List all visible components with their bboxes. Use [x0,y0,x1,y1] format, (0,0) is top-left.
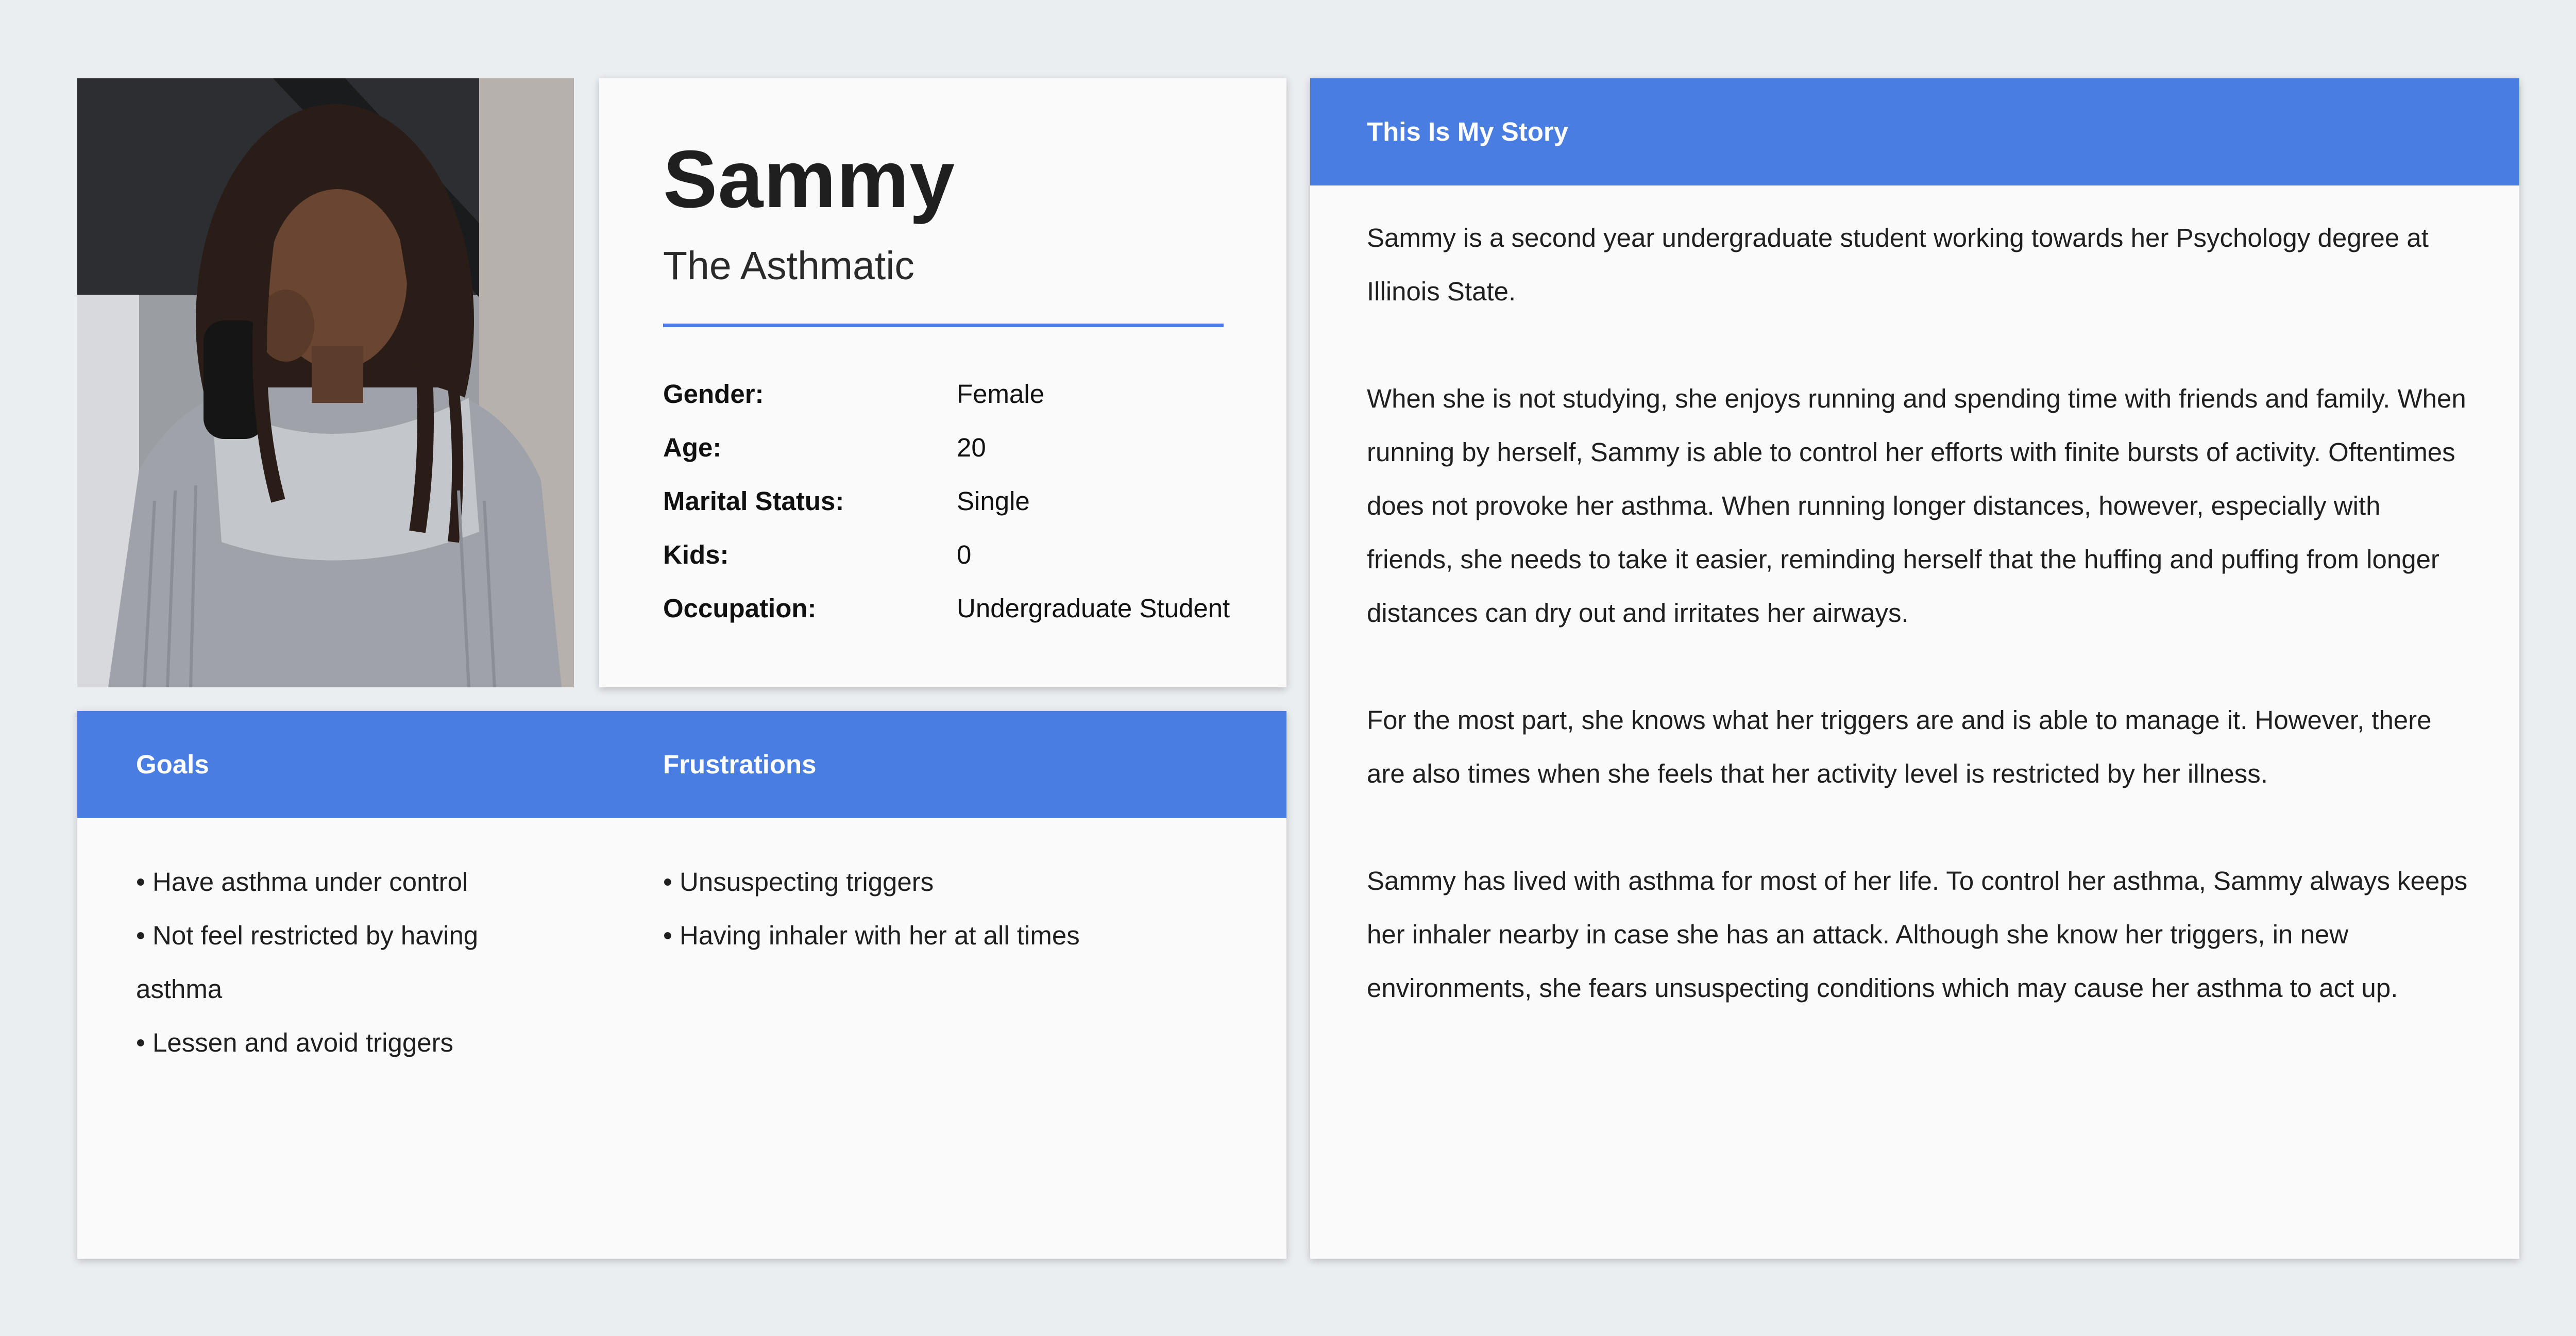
frustration-item: • Unsuspecting triggers [663,867,934,897]
fact-label: Kids: [663,539,729,569]
profile-card: Sammy The Asthmatic Gender: Female Age: … [599,78,1286,687]
fact-label: Marital Status: [663,486,844,516]
story-body: Sammy is a second year undergraduate stu… [1367,211,2469,1069]
fact-label: Age: [663,432,722,462]
goal-item: • Have asthma under control [136,867,468,897]
fact-row-gender: Gender: Female [663,367,1271,420]
goals-heading: Goals [136,750,209,779]
fact-row-marital-status: Marital Status: Single [663,474,1271,528]
fact-value: 20 [957,432,986,462]
fact-value: 0 [957,539,972,569]
story-paragraph: Sammy has lived with asthma for most of … [1367,866,2468,1003]
fact-row-kids: Kids: 0 [663,528,1271,581]
fact-value: Undergraduate Student [957,593,1230,623]
story-paragraph: When she is not studying, she enjoys run… [1367,384,2466,628]
goal-item: • Not feel restricted by having asthma [136,921,479,1004]
persona-subtitle: The Asthmatic [663,244,914,288]
fact-value: Female [957,379,1045,409]
goals-frustrations-header: Goals Frustrations [77,711,1286,818]
story-card: This Is My Story Sammy is a second year … [1310,78,2519,1259]
frustration-item: • Having inhaler with her at all times [663,921,1080,950]
fact-row-age: Age: 20 [663,420,1271,474]
persona-name: Sammy [663,134,956,225]
persona-photo-image [77,78,574,687]
frustrations-list: • Unsuspecting triggers • Having inhaler… [663,855,1256,962]
goals-list: • Have asthma under control • Not feel r… [136,855,558,1070]
profile-divider [663,324,1224,327]
fact-row-occupation: Occupation: Undergraduate Student [663,581,1271,635]
profile-facts: Gender: Female Age: 20 Marital Status: S… [663,367,1271,635]
fact-value: Single [957,486,1030,516]
frustrations-heading: Frustrations [663,750,817,779]
persona-photo [77,78,574,687]
story-heading: This Is My Story [1310,78,2519,185]
goal-item: • Lessen and avoid triggers [136,1028,454,1057]
story-paragraph: For the most part, she knows what her tr… [1367,705,2432,788]
story-paragraph: Sammy is a second year undergraduate stu… [1367,223,2429,306]
fact-label: Gender: [663,379,764,409]
persona-page: Sammy The Asthmatic Gender: Female Age: … [0,0,2576,1336]
goals-frustrations-card: Goals Frustrations • Have asthma under c… [77,711,1286,1259]
fact-label: Occupation: [663,593,817,623]
